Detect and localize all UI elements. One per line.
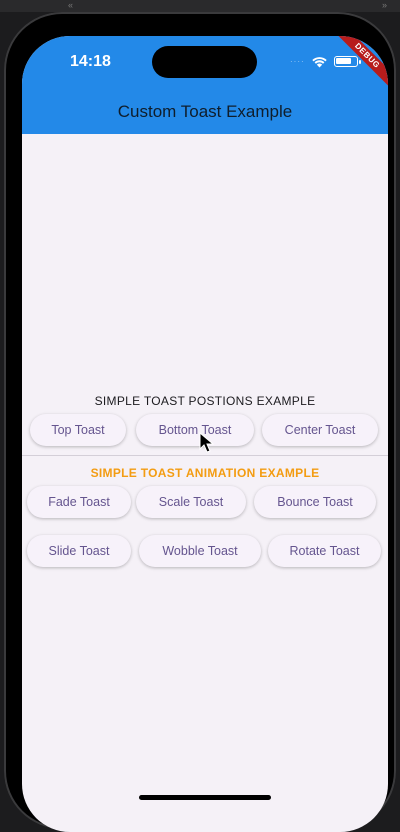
status-icons: ···· xyxy=(290,55,361,67)
app-bar: 14:18 ···· DEBUG Custom Toast Example xyxy=(22,36,388,134)
slide-toast-button[interactable]: Slide Toast xyxy=(27,535,131,567)
fade-toast-button[interactable]: Fade Toast xyxy=(27,486,131,518)
bottom-toast-button[interactable]: Bottom Toast xyxy=(136,414,254,446)
battery-level xyxy=(336,58,352,64)
dynamic-island xyxy=(152,46,257,78)
app-screen: 14:18 ···· DEBUG Custom Toast Example SI… xyxy=(22,36,388,832)
phone-frame: 14:18 ···· DEBUG Custom Toast Example SI… xyxy=(4,12,396,832)
status-time: 14:18 xyxy=(70,53,111,70)
section-divider xyxy=(22,455,388,456)
positions-heading: SIMPLE TOAST POSTIONS EXAMPLE xyxy=(94,394,316,408)
center-toast-button[interactable]: Center Toast xyxy=(262,414,378,446)
app-title: Custom Toast Example xyxy=(117,102,293,121)
bounce-toast-button[interactable]: Bounce Toast xyxy=(254,486,376,518)
battery-icon xyxy=(333,55,361,67)
scale-toast-button[interactable]: Scale Toast xyxy=(136,486,246,518)
collapse-left-icon[interactable]: « xyxy=(68,0,73,10)
top-toast-button[interactable]: Top Toast xyxy=(30,414,126,446)
home-indicator[interactable] xyxy=(139,795,271,800)
simulator-toolbar: « » xyxy=(0,0,400,12)
signal-dots: ···· xyxy=(290,56,305,66)
mouse-cursor-icon xyxy=(199,432,215,453)
animation-heading: SIMPLE TOAST ANIMATION EXAMPLE xyxy=(90,466,320,480)
rotate-toast-button[interactable]: Rotate Toast xyxy=(268,535,381,567)
collapse-right-icon[interactable]: » xyxy=(382,0,387,10)
wobble-toast-button[interactable]: Wobble Toast xyxy=(139,535,261,567)
wifi-icon xyxy=(311,56,327,67)
